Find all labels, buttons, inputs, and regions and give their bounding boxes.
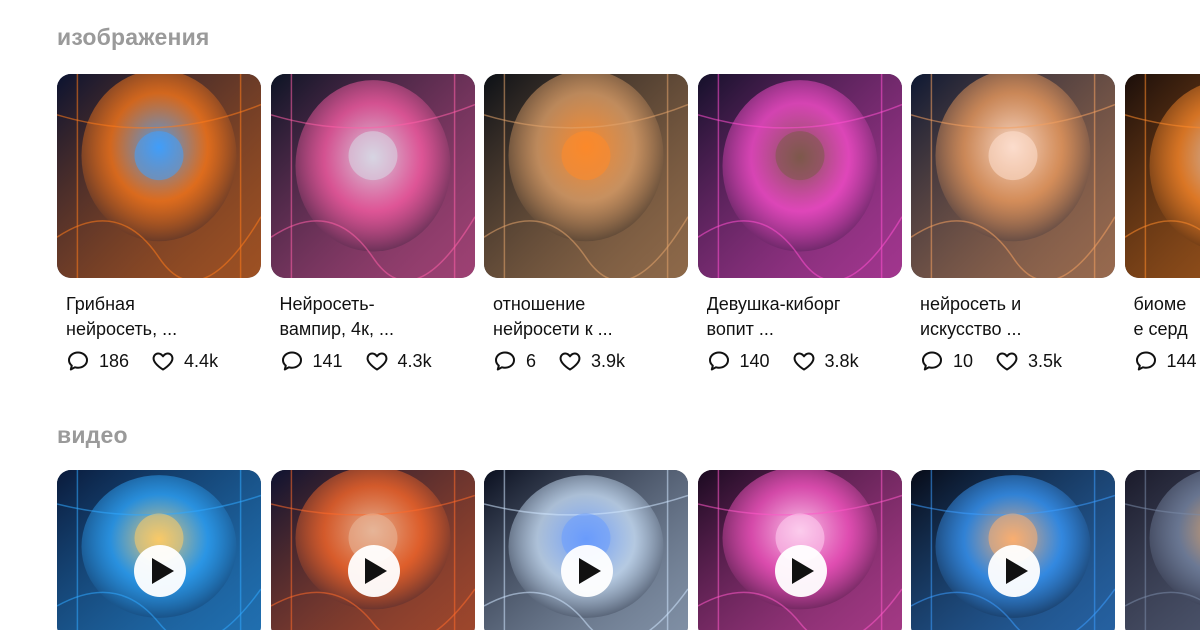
comment-icon — [493, 349, 517, 373]
videos-section-title: видео — [57, 422, 128, 448]
play-icon[interactable] — [134, 545, 186, 597]
likes-stat[interactable]: 4.4k — [151, 349, 218, 373]
image-card[interactable]: отношение нейросети к ... 6 3.9k — [484, 74, 688, 374]
image-card-stats: 6 3.9k — [493, 348, 688, 374]
image-thumbnail[interactable] — [697, 74, 902, 278]
images-row: Грибная нейросеть, ... 186 4.4k Нейросет… — [57, 74, 1200, 374]
likes-count: 4.4k — [184, 350, 219, 371]
likes-count: 3.5k — [1028, 350, 1063, 371]
comment-icon — [920, 349, 944, 373]
likes-stat[interactable]: 4.3k — [365, 349, 432, 373]
image-card[interactable]: нейросеть и искусство ... 10 3.5k — [911, 74, 1115, 374]
comments-stat[interactable]: 141 — [280, 349, 343, 373]
heart-icon — [558, 349, 582, 373]
comment-icon — [66, 349, 90, 373]
comments-count: 6 — [526, 350, 537, 371]
image-card-stats: 10 3.5k — [920, 348, 1115, 374]
image-card-stats: 140 3.8k — [707, 348, 902, 374]
play-icon[interactable] — [988, 545, 1040, 597]
heart-icon — [995, 349, 1019, 373]
image-card-title[interactable]: Девушка-киборг вопит ... — [707, 292, 902, 342]
comments-count: 140 — [739, 350, 770, 371]
image-thumbnail[interactable] — [57, 74, 261, 278]
image-card-title[interactable]: Грибная нейросеть, ... — [66, 292, 261, 342]
comments-count: 186 — [99, 350, 130, 371]
comments-stat[interactable]: 6 — [493, 349, 536, 373]
comments-stat[interactable]: 10 — [920, 349, 973, 373]
comments-count: 144 — [1166, 350, 1197, 371]
image-thumbnail[interactable] — [1124, 74, 1200, 278]
image-card[interactable]: биоме е серд 144 — [1124, 74, 1200, 374]
image-card-stats: 141 4.3k — [280, 348, 475, 374]
image-card-stats: 144 — [1134, 348, 1200, 374]
image-card-title[interactable]: биоме е серд — [1134, 292, 1200, 342]
image-card-title[interactable]: отношение нейросети к ... — [493, 292, 688, 342]
comments-stat[interactable]: 140 — [707, 349, 770, 373]
video-card[interactable] — [484, 470, 688, 630]
comments-count: 141 — [312, 350, 343, 371]
likes-count: 3.8k — [824, 350, 859, 371]
likes-stat[interactable]: 3.9k — [558, 349, 625, 373]
image-card-stats: 186 4.4k — [66, 348, 261, 374]
image-thumbnail[interactable] — [911, 74, 1115, 278]
image-card-title[interactable]: Нейросеть- вампир, 4к, ... — [280, 292, 475, 342]
comment-icon — [280, 349, 304, 373]
videos-row — [57, 470, 1200, 630]
heart-icon — [151, 349, 175, 373]
likes-stat[interactable]: 3.5k — [995, 349, 1062, 373]
likes-count: 4.3k — [397, 350, 432, 371]
video-card[interactable] — [911, 470, 1115, 630]
video-card[interactable] — [57, 470, 261, 630]
comments-stat[interactable]: 144 — [1134, 349, 1197, 373]
heart-icon — [365, 349, 389, 373]
video-card[interactable] — [270, 470, 475, 630]
heart-icon — [792, 349, 816, 373]
comment-icon — [1134, 349, 1158, 373]
feed-page: изображения Грибная нейросеть, ... 186 4… — [0, 0, 1200, 630]
likes-count: 3.9k — [591, 350, 626, 371]
play-icon[interactable] — [561, 545, 613, 597]
play-icon[interactable] — [774, 545, 827, 597]
likes-stat[interactable]: 3.8k — [792, 349, 859, 373]
image-card[interactable]: Нейросеть- вампир, 4к, ... 141 4.3k — [270, 74, 475, 374]
comment-icon — [707, 349, 731, 373]
video-card[interactable] — [697, 470, 902, 630]
comments-stat[interactable]: 186 — [66, 349, 129, 373]
image-card[interactable]: Грибная нейросеть, ... 186 4.4k — [57, 74, 261, 374]
image-card-title[interactable]: нейросеть и искусство ... — [920, 292, 1115, 342]
comments-count: 10 — [953, 350, 974, 371]
video-card[interactable] — [1124, 470, 1200, 630]
play-icon[interactable] — [347, 545, 400, 597]
image-thumbnail[interactable] — [484, 74, 688, 278]
images-section-title: изображения — [57, 24, 210, 50]
image-card[interactable]: Девушка-киборг вопит ... 140 3.8k — [697, 74, 902, 374]
image-thumbnail[interactable] — [270, 74, 475, 278]
